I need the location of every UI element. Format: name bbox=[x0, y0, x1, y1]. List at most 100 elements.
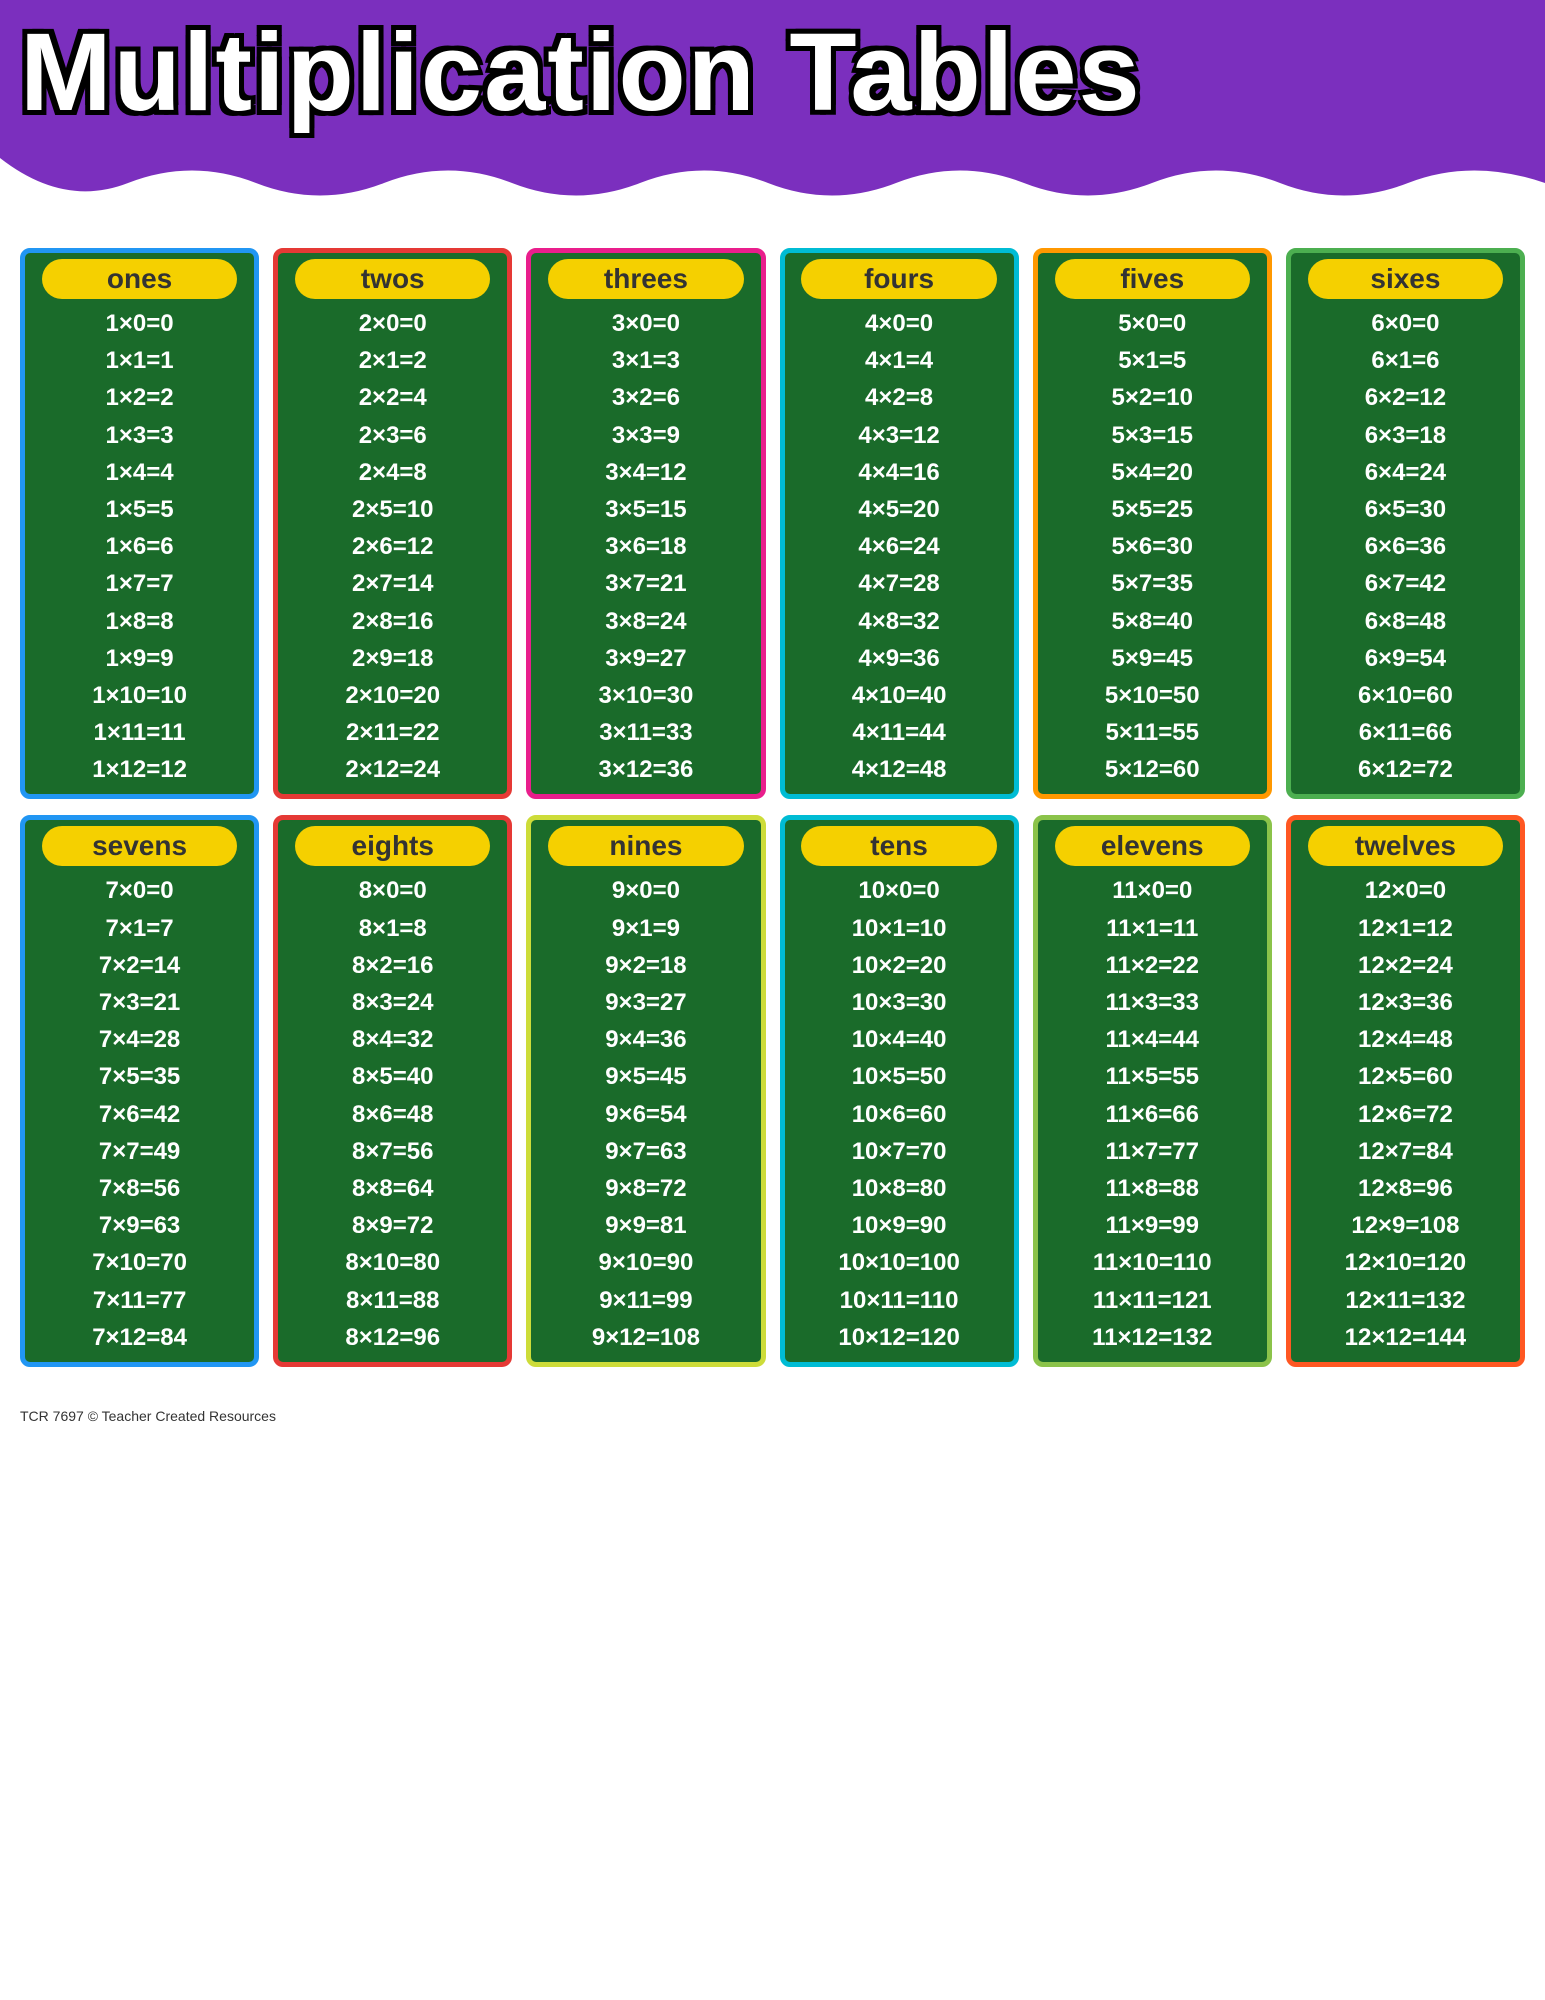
equation-row: 2×11=22 bbox=[284, 714, 501, 751]
equation-row: 8×12=96 bbox=[284, 1319, 501, 1356]
equation-row: 11×7=77 bbox=[1044, 1133, 1261, 1170]
equation-row: 2×12=24 bbox=[284, 751, 501, 788]
equation-row: 3×5=15 bbox=[537, 491, 754, 528]
equation-row: 1×3=3 bbox=[31, 417, 248, 454]
equation-row: 6×7=42 bbox=[1297, 565, 1514, 602]
equations-elevens: 11×0=011×1=1111×2=2211×3=3311×4=4411×5=5… bbox=[1044, 872, 1261, 1355]
equation-row: 6×9=54 bbox=[1297, 640, 1514, 677]
equations-tens: 10×0=010×1=1010×2=2010×3=3010×4=4010×5=5… bbox=[791, 872, 1008, 1355]
equation-row: 11×6=66 bbox=[1044, 1096, 1261, 1133]
equation-row: 1×1=1 bbox=[31, 342, 248, 379]
equations-sevens: 7×0=07×1=77×2=147×3=217×4=287×5=357×6=42… bbox=[31, 872, 248, 1355]
equation-row: 8×5=40 bbox=[284, 1058, 501, 1095]
table-label-twelves: twelves bbox=[1308, 826, 1503, 866]
equation-row: 9×2=18 bbox=[537, 947, 754, 984]
equations-twos: 2×0=02×1=22×2=42×3=62×4=82×5=102×6=122×7… bbox=[284, 305, 501, 788]
equation-row: 6×0=0 bbox=[1297, 305, 1514, 342]
equation-row: 5×11=55 bbox=[1044, 714, 1261, 751]
table-label-twos: twos bbox=[295, 259, 490, 299]
equation-row: 7×5=35 bbox=[31, 1058, 248, 1095]
equation-row: 2×2=4 bbox=[284, 379, 501, 416]
table-label-nines: nines bbox=[548, 826, 743, 866]
table-card-ones: ones 1×0=01×1=11×2=21×3=31×4=41×5=51×6=61… bbox=[20, 248, 259, 799]
equation-row: 4×11=44 bbox=[791, 714, 1008, 751]
table-card-fives: fives5×0=05×1=55×2=105×3=155×4=205×5=255… bbox=[1033, 248, 1272, 799]
equation-row: 7×12=84 bbox=[31, 1319, 248, 1356]
equation-row: 5×10=50 bbox=[1044, 677, 1261, 714]
equation-row: 5×9=45 bbox=[1044, 640, 1261, 677]
equations-fours: 4×0=04×1=44×2=84×3=124×4=164×5=204×6=244… bbox=[791, 305, 1008, 788]
table-label-eights: eights bbox=[295, 826, 490, 866]
equation-row: 1×11=11 bbox=[31, 714, 248, 751]
equation-row: 10×4=40 bbox=[791, 1021, 1008, 1058]
equation-row: 9×11=99 bbox=[537, 1282, 754, 1319]
table-card-fours: fours 4×0=04×1=44×2=84×3=124×4=164×5=204×… bbox=[780, 248, 1019, 799]
equation-row: 8×6=48 bbox=[284, 1096, 501, 1133]
equation-row: 2×5=10 bbox=[284, 491, 501, 528]
table-label-elevens: elevens bbox=[1055, 826, 1250, 866]
equation-row: 3×1=3 bbox=[537, 342, 754, 379]
equation-row: 9×9=81 bbox=[537, 1207, 754, 1244]
equations-ones: 1×0=01×1=11×2=21×3=31×4=41×5=51×6=61×7=7… bbox=[31, 305, 248, 788]
equation-row: 10×9=90 bbox=[791, 1207, 1008, 1244]
tables-grid-top: ones 1×0=01×1=11×2=21×3=31×4=41×5=51×6=61… bbox=[20, 248, 1525, 799]
equation-row: 1×9=9 bbox=[31, 640, 248, 677]
equation-row: 8×8=64 bbox=[284, 1170, 501, 1207]
equation-row: 1×5=5 bbox=[31, 491, 248, 528]
equation-row: 6×5=30 bbox=[1297, 491, 1514, 528]
equation-row: 9×3=27 bbox=[537, 984, 754, 1021]
equation-row: 9×1=9 bbox=[537, 910, 754, 947]
table-label-fives: fives bbox=[1055, 259, 1250, 299]
equation-row: 6×1=6 bbox=[1297, 342, 1514, 379]
equation-row: 7×11=77 bbox=[31, 1282, 248, 1319]
equation-row: 3×12=36 bbox=[537, 751, 754, 788]
equation-row: 12×0=0 bbox=[1297, 872, 1514, 909]
equation-row: 11×0=0 bbox=[1044, 872, 1261, 909]
equation-row: 6×3=18 bbox=[1297, 417, 1514, 454]
equation-row: 12×1=12 bbox=[1297, 910, 1514, 947]
equation-row: 5×3=15 bbox=[1044, 417, 1261, 454]
table-card-elevens: elevens 11×0=011×1=1111×2=2211×3=3311×4=4… bbox=[1033, 815, 1272, 1366]
equations-sixes: 6×0=06×1=66×2=126×3=186×4=246×5=306×6=36… bbox=[1297, 305, 1514, 788]
equations-eights: 8×0=08×1=88×2=168×3=248×4=328×5=408×6=48… bbox=[284, 872, 501, 1355]
equation-row: 3×9=27 bbox=[537, 640, 754, 677]
equation-row: 12×11=132 bbox=[1297, 1282, 1514, 1319]
equation-row: 5×2=10 bbox=[1044, 379, 1261, 416]
equation-row: 3×7=21 bbox=[537, 565, 754, 602]
equation-row: 8×2=16 bbox=[284, 947, 501, 984]
equation-row: 7×9=63 bbox=[31, 1207, 248, 1244]
equation-row: 12×7=84 bbox=[1297, 1133, 1514, 1170]
equation-row: 5×12=60 bbox=[1044, 751, 1261, 788]
equation-row: 10×7=70 bbox=[791, 1133, 1008, 1170]
equation-row: 12×8=96 bbox=[1297, 1170, 1514, 1207]
equation-row: 9×0=0 bbox=[537, 872, 754, 909]
equation-row: 12×10=120 bbox=[1297, 1244, 1514, 1281]
header-title: Multiplication Tables bbox=[20, 18, 1525, 128]
equation-row: 10×1=10 bbox=[791, 910, 1008, 947]
equation-row: 5×8=40 bbox=[1044, 603, 1261, 640]
equation-row: 1×2=2 bbox=[31, 379, 248, 416]
equation-row: 4×8=32 bbox=[791, 603, 1008, 640]
table-card-twos: twos 2×0=02×1=22×2=42×3=62×4=82×5=102×6=1… bbox=[273, 248, 512, 799]
equation-row: 8×11=88 bbox=[284, 1282, 501, 1319]
wave-divider bbox=[0, 158, 1545, 208]
equation-row: 8×10=80 bbox=[284, 1244, 501, 1281]
equation-row: 8×0=0 bbox=[284, 872, 501, 909]
equation-row: 11×1=11 bbox=[1044, 910, 1261, 947]
equation-row: 8×3=24 bbox=[284, 984, 501, 1021]
equation-row: 5×5=25 bbox=[1044, 491, 1261, 528]
equation-row: 2×1=2 bbox=[284, 342, 501, 379]
table-label-fours: fours bbox=[801, 259, 996, 299]
equation-row: 8×1=8 bbox=[284, 910, 501, 947]
equation-row: 8×4=32 bbox=[284, 1021, 501, 1058]
table-label-ones: ones bbox=[42, 259, 237, 299]
table-label-threes: threes bbox=[548, 259, 743, 299]
equation-row: 7×6=42 bbox=[31, 1096, 248, 1133]
equation-row: 10×6=60 bbox=[791, 1096, 1008, 1133]
table-card-nines: nines9×0=09×1=99×2=189×3=279×4=369×5=459… bbox=[526, 815, 765, 1366]
equation-row: 5×1=5 bbox=[1044, 342, 1261, 379]
table-card-threes: threes3×0=03×1=33×2=63×3=93×4=123×5=153×… bbox=[526, 248, 765, 799]
table-label-sixes: sixes bbox=[1308, 259, 1503, 299]
equation-row: 9×6=54 bbox=[537, 1096, 754, 1133]
equation-row: 9×10=90 bbox=[537, 1244, 754, 1281]
